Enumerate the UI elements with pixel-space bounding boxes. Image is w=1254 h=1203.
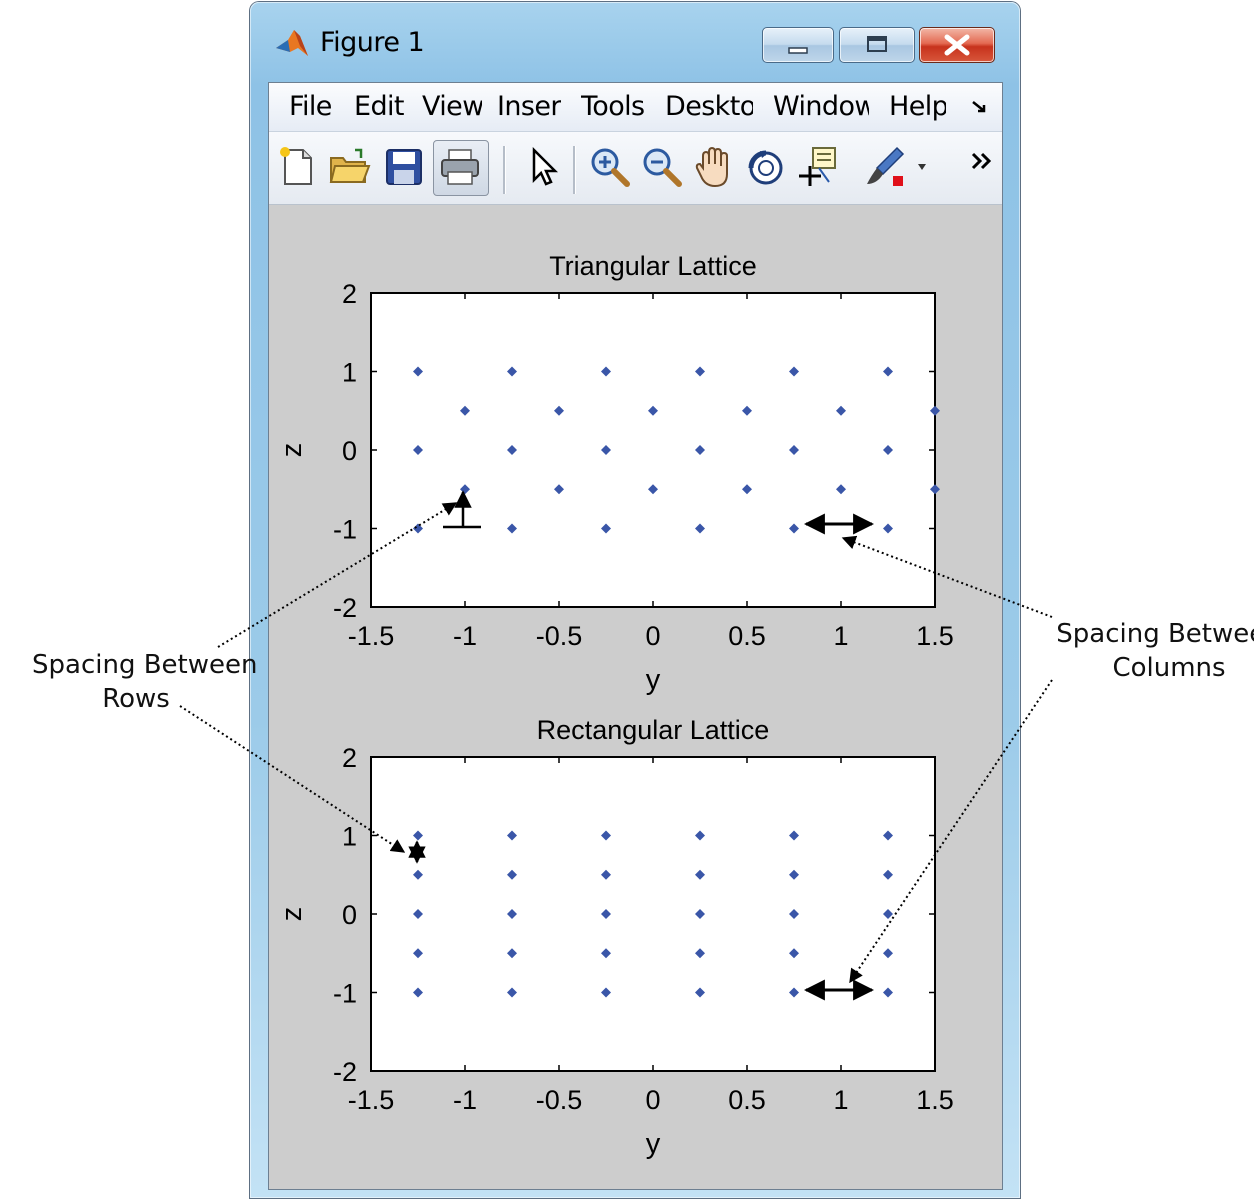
figure-toolbar: [269, 132, 1002, 205]
x-tick-label: 0: [645, 1085, 660, 1115]
x-tick-label: -1: [453, 621, 477, 651]
minimize-button[interactable]: [762, 27, 834, 63]
rotate-3d-icon[interactable]: [743, 144, 789, 190]
menu-tools[interactable]: Tools: [581, 90, 647, 124]
x-axis-label: y: [646, 1128, 661, 1160]
y-tick-label: 1: [342, 358, 357, 388]
toolbar-overflow-icon[interactable]: [969, 148, 995, 174]
data-cursor-icon[interactable]: [795, 144, 841, 190]
zoom-out-icon[interactable]: [639, 144, 685, 190]
menu-window[interactable]: Window: [773, 90, 869, 124]
y-tick-label: -2: [333, 1057, 357, 1087]
menu-help[interactable]: Help: [889, 90, 946, 124]
menu-edit[interactable]: Edit: [354, 90, 406, 124]
x-axis-label: y: [646, 664, 661, 696]
x-tick-label: -1.5: [348, 621, 395, 651]
rows-spacing-label: Spacing Between Rows: [32, 650, 258, 714]
menu-bar: File Edit View Insert Tools Desktop Wind…: [269, 83, 1002, 132]
maximize-icon: [867, 36, 887, 52]
y-axis-label: z: [276, 907, 308, 922]
matlab-logo-icon: [276, 30, 308, 56]
axes-triangular[interactable]: Triangular Lattice -1.5 -1 -0.5 0 0.5 1 1.5 -2 -1…: [276, 251, 954, 696]
new-figure-icon[interactable]: [275, 144, 321, 190]
y-tick-label: 0: [342, 436, 357, 466]
close-button[interactable]: [919, 27, 995, 63]
x-tick-label: 1.5: [916, 621, 954, 651]
y-tick-label: -2: [333, 593, 357, 623]
open-file-icon[interactable]: [327, 144, 373, 190]
title-bar[interactable]: Figure 1: [250, 2, 1020, 82]
axes-background: [370, 292, 936, 608]
y-tick-label: -1: [333, 979, 357, 1009]
menu-overflow-arrow-icon[interactable]: [969, 96, 991, 118]
y-axis-label: z: [276, 443, 308, 458]
x-tick-label: 0.5: [728, 621, 766, 651]
x-tick-label: -0.5: [536, 1085, 583, 1115]
pan-hand-icon[interactable]: [691, 144, 737, 190]
dropdown-arrow-icon[interactable]: [915, 160, 929, 174]
y-tick-label: 1: [342, 822, 357, 852]
zoom-in-icon[interactable]: [587, 144, 633, 190]
toolbar-separator: [573, 146, 576, 194]
brush-icon[interactable]: [863, 144, 909, 190]
x-tick-label: 0: [645, 621, 660, 651]
menu-desktop[interactable]: Desktop: [665, 90, 753, 124]
x-tick-label: -1: [453, 1085, 477, 1115]
pointer-icon[interactable]: [519, 144, 565, 190]
y-tick-label: 2: [342, 743, 357, 773]
y-tick-label: 2: [342, 279, 357, 309]
x-tick-label: 0.5: [728, 1085, 766, 1115]
x-tick-label: 1: [833, 621, 848, 651]
menu-file[interactable]: File: [289, 90, 337, 124]
maximize-button[interactable]: [839, 27, 915, 63]
axes-background: [370, 756, 936, 1072]
columns-spacing-label: Spacing Between Columns: [1056, 619, 1254, 683]
x-tick-label: -1.5: [348, 1085, 395, 1115]
close-icon: [944, 34, 970, 56]
figure-client-area: File Edit View Insert Tools Desktop Wind…: [268, 82, 1003, 1190]
figure-window: Figure 1 File Edit View Insert Tools Des…: [250, 2, 1020, 1198]
axes-rectangular[interactable]: Rectangular Lattice -1.5 -1 -0.5 0 0.5 1 1.5 -2 -…: [276, 715, 954, 1160]
window-title: Figure 1: [320, 27, 425, 58]
plots-svg: Triangular Lattice-1.5 -1 -0.5 0 0.5 1 1.5-2-1…: [276, 251, 954, 1160]
axes-title: Rectangular Lattice: [537, 715, 770, 745]
minimize-icon: [788, 47, 808, 54]
menu-view[interactable]: View: [422, 90, 482, 124]
figure-canvas: Triangular Lattice -1.5 -1 -0.5 0 0.5 1 1.5 -2 -1…: [269, 205, 1002, 1189]
y-tick-label: 0: [342, 900, 357, 930]
y-tick-label: -1: [333, 515, 357, 545]
print-icon[interactable]: [437, 144, 483, 190]
menu-insert[interactable]: Insert: [497, 90, 561, 124]
x-tick-label: -0.5: [536, 621, 583, 651]
x-tick-label: 1.5: [916, 1085, 954, 1115]
axes-title: Triangular Lattice: [549, 251, 757, 281]
save-icon[interactable]: [381, 144, 427, 190]
x-tick-label: 1: [833, 1085, 848, 1115]
toolbar-separator: [503, 146, 506, 194]
